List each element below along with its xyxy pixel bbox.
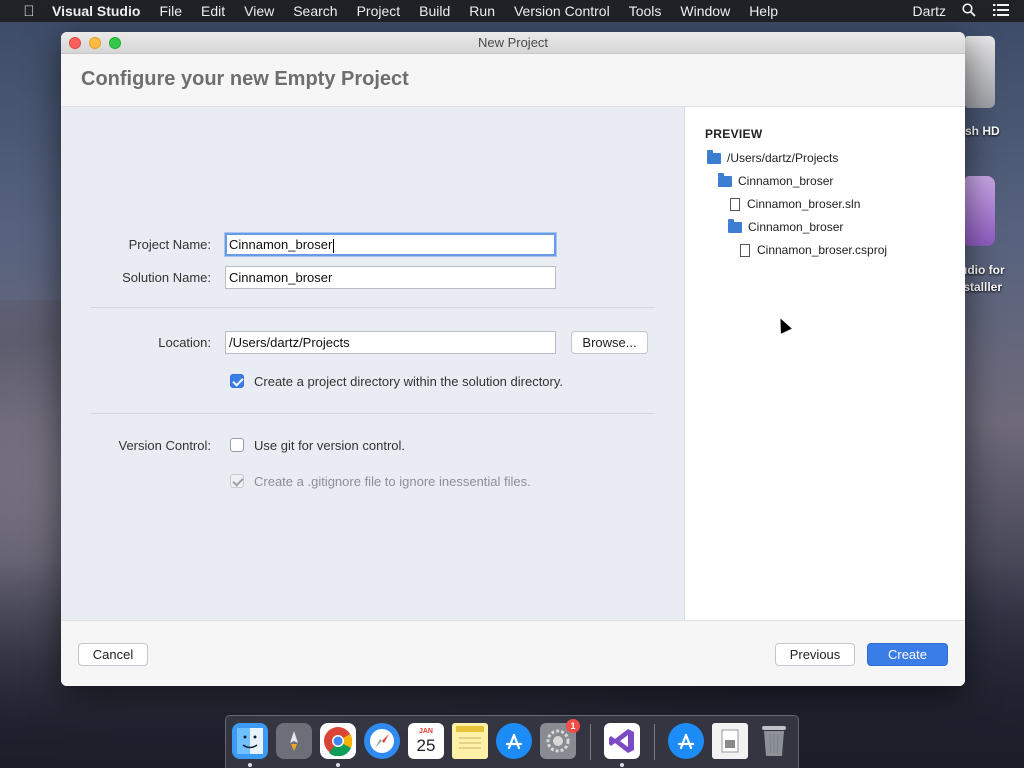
new-project-window: New Project Configure your new Empty Pro… [61, 32, 965, 686]
form-separator [91, 307, 655, 308]
installer-disk-label: udio for stalller [960, 263, 1005, 294]
menubar-user-name[interactable]: Dartz [913, 3, 946, 19]
dock-separator [590, 724, 591, 760]
running-indicator [248, 763, 252, 767]
hard-drive-label: sh HD [965, 124, 1000, 138]
window-controls [69, 37, 129, 49]
spotlight-search-icon[interactable] [960, 2, 978, 20]
system-preferences-icon[interactable]: 1 [540, 719, 580, 759]
folder-icon [718, 172, 732, 187]
preview-title: PREVIEW [705, 127, 763, 141]
preview-pane: PREVIEW /Users/dartz/Projects Cinnamon_b… [684, 107, 965, 620]
project-name-field[interactable]: Cinnamon_broser [225, 233, 556, 256]
version-control-label: Version Control: [118, 438, 212, 453]
app-store-icon[interactable] [496, 723, 532, 759]
running-indicator [336, 763, 340, 767]
document-icon[interactable] [712, 723, 748, 759]
menu-version-control[interactable]: Version Control [514, 3, 610, 19]
menu-search[interactable]: Search [293, 3, 337, 19]
location-label: Location: [158, 335, 211, 350]
use-git-checkbox[interactable] [230, 438, 244, 452]
text-caret [333, 238, 335, 253]
notification-badge: 1 [566, 719, 580, 733]
tree-folder-projects: /Users/dartz/Projects [707, 149, 839, 165]
notes-icon[interactable] [452, 723, 488, 759]
applications-folder-icon[interactable] [668, 723, 704, 759]
menu-app-name[interactable]: Visual Studio [52, 3, 140, 19]
menu-window[interactable]: Window [680, 3, 730, 19]
folder-icon [728, 218, 742, 233]
cancel-button[interactable]: Cancel [78, 643, 148, 666]
menubar-status-area: Dartz [913, 0, 1024, 22]
close-window-button[interactable] [69, 37, 81, 49]
running-indicator [620, 763, 624, 767]
window-title: New Project [477, 35, 549, 50]
create-directory-checkbox[interactable] [230, 374, 244, 388]
tree-item-label: /Users/dartz/Projects [727, 151, 839, 165]
finder-icon[interactable] [232, 723, 268, 759]
gitignore-label: Create a .gitignore file to ignore iness… [254, 474, 531, 489]
menu-tools[interactable]: Tools [629, 3, 662, 19]
calendar-icon[interactable]: JAN 25 [408, 723, 444, 759]
tree-folder-solution: Cinnamon_broser [718, 172, 834, 188]
installer-disk-icon[interactable] [965, 176, 995, 246]
tree-item-label: Cinnamon_broser.csproj [757, 243, 888, 257]
trash-icon[interactable] [756, 723, 792, 759]
solution-name-value: Cinnamon_broser [229, 270, 333, 285]
calendar-month: JAN [418, 727, 433, 735]
chrome-icon[interactable] [320, 723, 356, 759]
create-directory-label[interactable]: Create a project directory within the so… [254, 374, 563, 389]
solution-name-field[interactable]: Cinnamon_broser [225, 266, 556, 289]
visual-studio-icon[interactable] [604, 723, 640, 759]
dialog-content: Project Name: Cinnamon_broser Solution N… [61, 107, 965, 620]
gitignore-checkbox [230, 474, 244, 488]
menu-edit[interactable]: Edit [201, 3, 225, 19]
tree-folder-project: Cinnamon_broser [728, 218, 844, 234]
dialog-footer: Cancel Previous Create [61, 620, 965, 686]
page-title: Configure your new Empty Project [81, 68, 409, 90]
menu-bar:  Visual Studio File Edit View Search Pr… [0, 0, 1024, 22]
hard-drive-icon[interactable] [965, 36, 995, 108]
location-value: /Users/dartz/Projects [229, 335, 350, 350]
notification-center-icon[interactable] [992, 3, 1010, 19]
window-titlebar[interactable]: New Project [61, 32, 965, 54]
create-button[interactable]: Create [867, 643, 948, 666]
launchpad-icon[interactable] [276, 723, 312, 759]
dialog-header: Configure your new Empty Project [61, 54, 965, 107]
browse-button[interactable]: Browse... [571, 331, 648, 354]
menu-build[interactable]: Build [419, 3, 450, 19]
tree-file-sln: Cinnamon_broser.sln [728, 197, 860, 211]
menu-run[interactable]: Run [469, 3, 495, 19]
form-pane: Project Name: Cinnamon_broser Solution N… [61, 107, 684, 620]
apple-menu-icon[interactable]:  [18, 3, 40, 20]
use-git-label[interactable]: Use git for version control. [254, 438, 405, 453]
file-icon [730, 197, 740, 211]
folder-icon [707, 149, 721, 164]
project-name-value: Cinnamon_broser [229, 237, 333, 252]
minimize-window-button[interactable] [89, 37, 101, 49]
menu-file[interactable]: File [159, 3, 182, 19]
menu-help[interactable]: Help [749, 3, 778, 19]
menu-view[interactable]: View [244, 3, 274, 19]
dock-separator [654, 724, 655, 760]
location-field[interactable]: /Users/dartz/Projects [225, 331, 556, 354]
file-icon [740, 243, 750, 257]
tree-file-csproj: Cinnamon_broser.csproj [738, 243, 887, 257]
tree-item-label: Cinnamon_broser [738, 174, 834, 188]
zoom-window-button[interactable] [109, 37, 121, 49]
menu-project[interactable]: Project [357, 3, 401, 19]
tree-item-label: Cinnamon_broser [748, 220, 844, 234]
form-separator [91, 413, 655, 414]
project-name-label: Project Name: [128, 237, 211, 252]
safari-icon[interactable] [364, 723, 400, 759]
solution-name-label: Solution Name: [122, 270, 211, 285]
dock: JAN 25 1 [225, 715, 799, 768]
previous-button[interactable]: Previous [775, 643, 855, 666]
tree-item-label: Cinnamon_broser.sln [747, 197, 861, 211]
calendar-day: 25 [416, 735, 436, 755]
